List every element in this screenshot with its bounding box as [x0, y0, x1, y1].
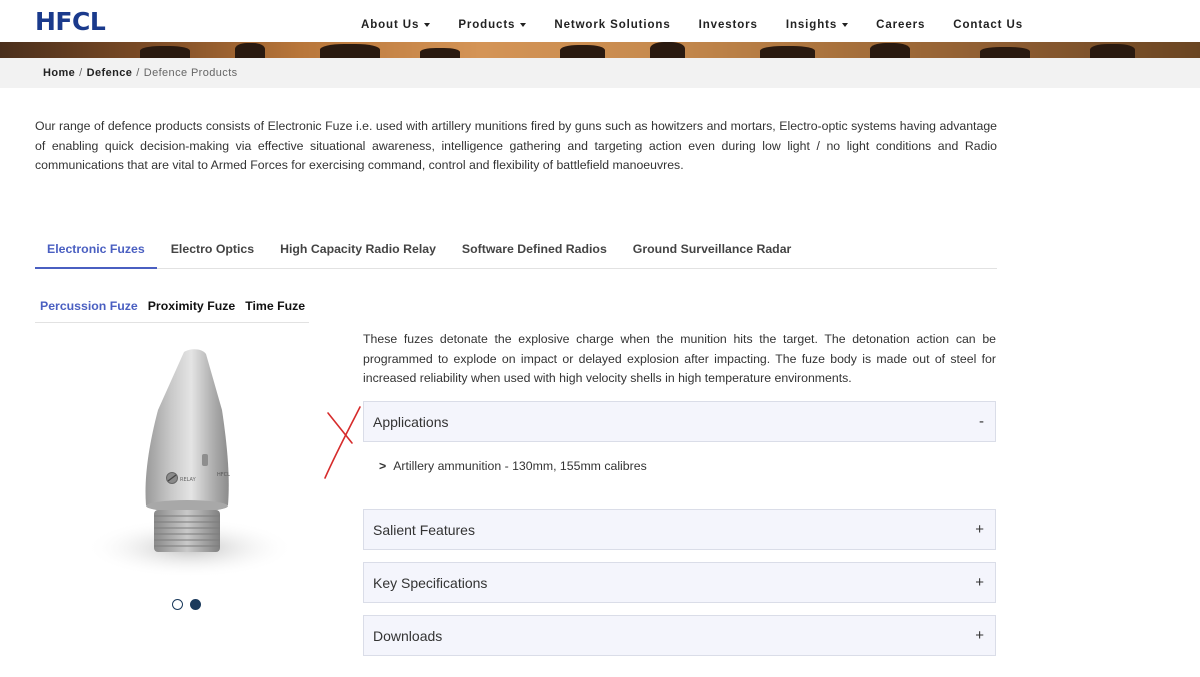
nav-network-solutions-label: Network Solutions	[554, 19, 671, 31]
fuze-slot	[202, 454, 208, 466]
accordion-salient-features-title: Salient Features	[373, 522, 475, 538]
accordion-key-specifications-title: Key Specifications	[373, 575, 488, 591]
accordion-applications-title: Applications	[373, 414, 449, 430]
applications-list-item: > Artillery ammunition - 130mm, 155mm ca…	[379, 459, 647, 473]
nav-investors[interactable]: Investors	[699, 19, 758, 31]
chevron-down-icon	[842, 23, 849, 27]
fuze-engraving-brand: HFCL	[217, 472, 230, 478]
nav-contact-us-label: Contact Us	[953, 19, 1023, 31]
fuze-product-image: RELAY HFCL	[85, 349, 295, 578]
soldier-silhouette	[980, 47, 1030, 58]
carousel-dot-1[interactable]	[172, 599, 183, 610]
nav-insights[interactable]: Insights	[785, 19, 849, 31]
nav-insights-label: Insights	[785, 19, 838, 31]
soldier-silhouette	[650, 42, 685, 58]
soldier-silhouette	[140, 46, 190, 58]
carousel-dots	[172, 599, 201, 610]
breadcrumb-defence[interactable]: Defence	[87, 67, 133, 79]
breadcrumb-current: Defence Products	[143, 67, 238, 79]
soldier-silhouette	[235, 43, 265, 58]
accordion-salient-features[interactable]: Salient Features +	[363, 509, 996, 550]
hfcl-logo[interactable]: HFCL	[35, 7, 106, 36]
product-description: These fuzes detonate the explosive charg…	[363, 332, 996, 385]
soldier-silhouette	[870, 43, 910, 58]
soldier-silhouette	[320, 44, 380, 58]
chevron-right-icon: >	[379, 459, 387, 473]
breadcrumb-home[interactable]: Home	[43, 67, 75, 79]
chevron-down-icon	[520, 23, 527, 27]
fuze-engraving-relay: RELAY	[180, 477, 197, 483]
hero-banner-image	[0, 42, 1200, 58]
nav-contact-us[interactable]: Contact Us	[953, 19, 1023, 31]
nav-careers-label: Careers	[876, 19, 926, 31]
chevron-down-icon	[424, 23, 431, 27]
nav-careers[interactable]: Careers	[876, 19, 925, 31]
nav-products[interactable]: Products	[458, 19, 527, 31]
nav-products-label: Products	[458, 19, 516, 31]
expand-icon: +	[975, 627, 984, 644]
tab-electronic-fuzes[interactable]: Electronic Fuzes	[35, 238, 157, 269]
breadcrumb-bar: Home / Defence / Defence Products	[0, 58, 1200, 88]
accordion-key-specifications[interactable]: Key Specifications +	[363, 562, 996, 603]
product-category-tabs: Electronic Fuzes Electro Optics High Cap…	[35, 238, 997, 269]
breadcrumb-separator: /	[79, 67, 83, 79]
breadcrumb: Home / Defence / Defence Products	[43, 67, 238, 79]
carousel-dot-2[interactable]	[190, 599, 201, 610]
accordion-downloads-title: Downloads	[373, 628, 443, 644]
subtab-time-fuze[interactable]: Time Fuze	[240, 299, 310, 322]
site-header: HFCL About Us Products Network Solutions…	[0, 0, 1200, 42]
nav-network-solutions[interactable]: Network Solutions	[554, 19, 670, 31]
accordion-applications[interactable]: Applications -	[363, 401, 996, 442]
tab-software-defined-radios[interactable]: Software Defined Radios	[450, 238, 619, 269]
subtab-percussion-fuze[interactable]: Percussion Fuze	[35, 299, 143, 322]
red-cross-annotation-icon	[324, 406, 361, 479]
collapse-icon: -	[979, 413, 984, 430]
tab-high-capacity-radio-relay[interactable]: High Capacity Radio Relay	[268, 238, 448, 269]
soldier-silhouette	[1090, 44, 1135, 58]
breadcrumb-separator: /	[136, 67, 140, 79]
soldier-silhouette	[760, 46, 815, 58]
tab-ground-surveillance-radar[interactable]: Ground Surveillance Radar	[621, 238, 804, 269]
soldier-silhouette	[560, 45, 605, 58]
nav-about-us-label: About Us	[361, 19, 420, 31]
accordion-downloads[interactable]: Downloads +	[363, 615, 996, 656]
applications-item-text: Artillery ammunition - 130mm, 155mm cali…	[393, 459, 647, 473]
expand-icon: +	[975, 574, 984, 591]
expand-icon: +	[975, 521, 984, 538]
soldier-silhouette	[420, 48, 460, 58]
nav-about-us[interactable]: About Us	[361, 19, 431, 31]
intro-paragraph: Our range of defence products consists o…	[35, 119, 997, 172]
nav-investors-label: Investors	[698, 19, 758, 31]
fuze-type-tabs: Percussion Fuze Proximity Fuze Time Fuze	[35, 299, 309, 323]
main-nav: About Us Products Network Solutions Inve…	[361, 19, 1051, 31]
subtab-proximity-fuze[interactable]: Proximity Fuze	[143, 299, 240, 322]
tab-electro-optics[interactable]: Electro Optics	[159, 238, 266, 269]
